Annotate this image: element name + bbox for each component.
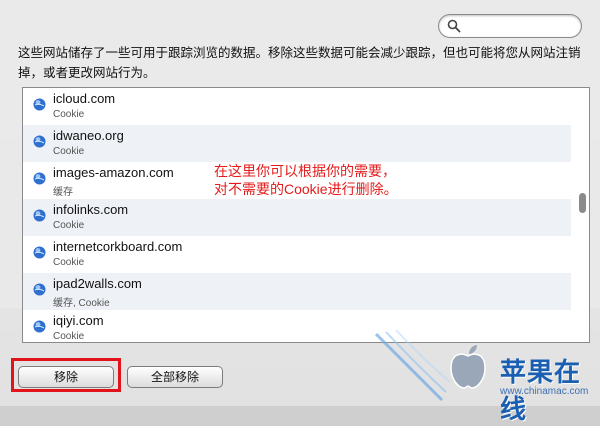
- annotation-note: 在这里你可以根据你的需要， 对不需要的Cookie进行删除。: [214, 162, 494, 198]
- data-type: Cookie: [53, 331, 85, 342]
- globe-icon: [33, 283, 46, 296]
- data-type: Cookie: [53, 146, 85, 157]
- data-type: 缓存: [53, 187, 73, 198]
- site-name: ipad2walls.com: [53, 276, 142, 291]
- search-icon: [447, 19, 461, 33]
- remove-button[interactable]: 移除: [18, 366, 114, 388]
- search-input[interactable]: [465, 17, 577, 35]
- annotation-line-1: 在这里你可以根据你的需要，: [214, 163, 396, 179]
- vertical-scrollbar[interactable]: [575, 88, 589, 342]
- list-item[interactable]: idwaneo.org Cookie: [23, 125, 571, 162]
- search-field[interactable]: [438, 14, 582, 38]
- list-item[interactable]: internetcorkboard.com Cookie: [23, 236, 571, 273]
- globe-icon: [33, 98, 46, 111]
- data-type: Cookie: [53, 220, 85, 231]
- globe-icon: [33, 246, 46, 259]
- site-name: idwaneo.org: [53, 128, 124, 143]
- globe-icon: [33, 209, 46, 222]
- data-type: Cookie: [53, 257, 85, 268]
- data-type: 缓存, Cookie: [53, 298, 110, 309]
- description-text: 这些网站储存了一些可用于跟踪浏览的数据。移除这些数据可能会减少跟踪，但也可能将您…: [18, 46, 581, 80]
- list-item[interactable]: ipad2walls.com 缓存, Cookie: [23, 273, 571, 310]
- site-name: infolinks.com: [53, 202, 129, 217]
- website-data-sheet: 这些网站储存了一些可用于跟踪浏览的数据。移除这些数据可能会减少跟踪，但也可能将您…: [0, 0, 600, 424]
- globe-icon: [33, 320, 46, 333]
- website-list[interactable]: icloud.com Cookie idwaneo.org Cookie ima…: [22, 87, 590, 343]
- list-item[interactable]: infolinks.com Cookie: [23, 199, 571, 236]
- data-type: Cookie: [53, 109, 85, 120]
- globe-icon: [33, 135, 46, 148]
- site-name: internetcorkboard.com: [53, 239, 183, 254]
- globe-icon: [33, 172, 46, 185]
- site-name: iqiyi.com: [53, 313, 104, 328]
- watermark-wing-icon: [374, 330, 451, 402]
- scroll-thumb[interactable]: [579, 193, 586, 213]
- list-item[interactable]: iqiyi.com Cookie: [23, 310, 571, 342]
- watermark-url: www.chinamac.com: [500, 386, 589, 397]
- site-name: images-amazon.com: [53, 165, 174, 180]
- remove-all-button[interactable]: 全部移除: [127, 366, 223, 388]
- apple-logo-icon: [450, 345, 486, 389]
- site-name: icloud.com: [53, 91, 116, 106]
- list-item[interactable]: icloud.com Cookie: [23, 88, 571, 125]
- annotation-line-2: 对不需要的Cookie进行删除。: [214, 181, 398, 197]
